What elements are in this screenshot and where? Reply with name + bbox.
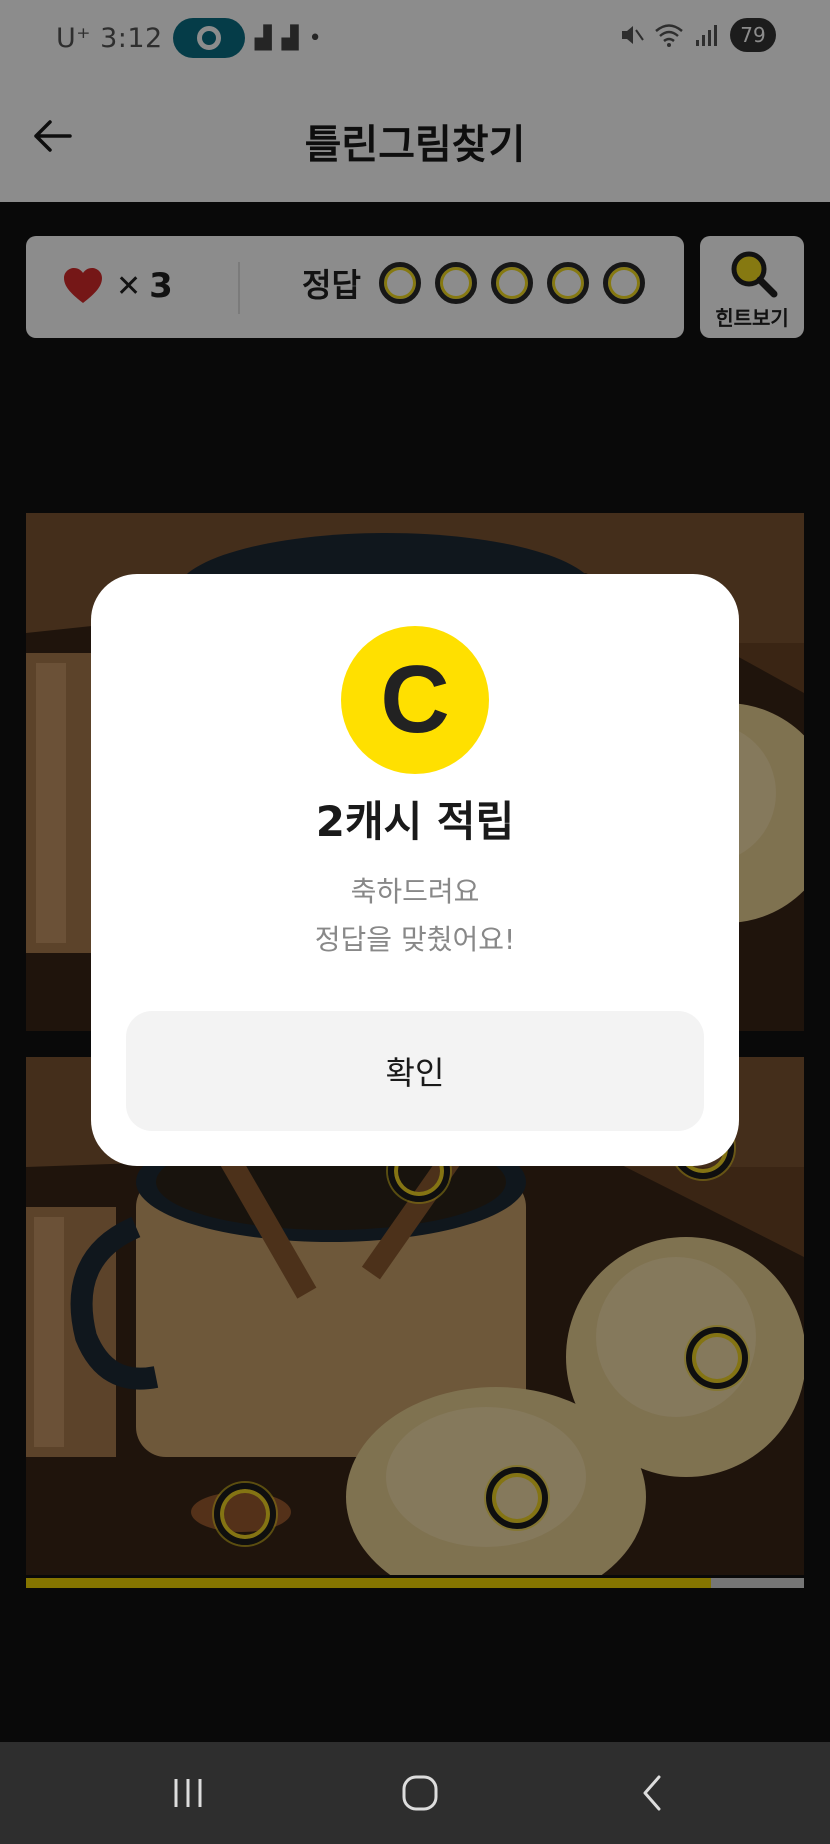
coin-letter: C (380, 646, 450, 753)
modal-title: 2캐시 적립 (315, 797, 515, 846)
confirm-button[interactable]: 확인 (126, 1011, 704, 1131)
back-nav-button[interactable] (622, 1768, 682, 1818)
modal-message-line1: 축하드려요 (350, 875, 480, 908)
home-button[interactable] (390, 1768, 450, 1818)
reward-modal: C 2캐시 적립 축하드려요 정답을 맞췄어요! 확인 (91, 574, 739, 1166)
back-icon (643, 1775, 661, 1811)
home-icon (402, 1775, 438, 1811)
modal-message-line2: 정답을 맞췄어요! (314, 923, 516, 956)
cash-coin-icon: C (341, 626, 489, 774)
recent-apps-button[interactable] (158, 1768, 218, 1818)
recent-apps-icon (174, 1779, 202, 1807)
system-nav-bar (0, 1742, 830, 1844)
